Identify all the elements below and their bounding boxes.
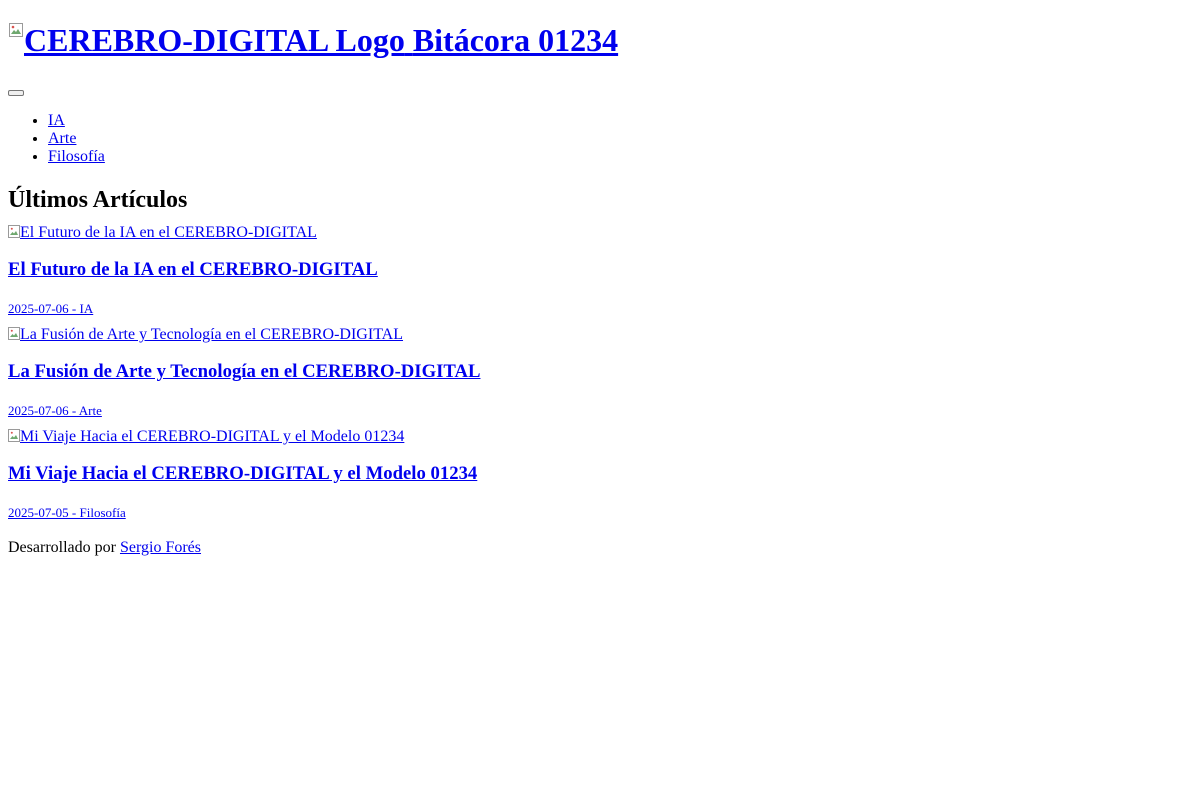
nav-link-ia[interactable]: IA: [48, 112, 65, 129]
article-meta-link[interactable]: 2025-07-06 - Arte: [8, 403, 102, 418]
article-title-link[interactable]: Mi Viaje Hacia el CEREBRO-DIGITAL y el M…: [8, 463, 477, 484]
footer-prefix: Desarrollado por: [8, 539, 116, 556]
nav-list: IA Arte Filosofía: [8, 112, 1192, 166]
article-image-alt: El Futuro de la IA en el CEREBRO-DIGITAL: [20, 224, 317, 241]
page: CEREBRO-DIGITAL Logo Bitácora 01234 IA A…: [0, 0, 1200, 565]
article-title: El Futuro de la IA en el CEREBRO-DIGITAL: [8, 259, 1192, 281]
article-title: La Fusión de Arte y Tecnología en el CER…: [8, 361, 1192, 383]
article-meta: 2025-07-05 - Filosofía: [8, 505, 1192, 520]
menu-toggle-button[interactable]: [8, 90, 24, 96]
blog-title: Bitácora 01234: [412, 22, 619, 58]
nav-link-arte[interactable]: Arte: [48, 130, 76, 147]
site-header: CEREBRO-DIGITAL Logo Bitácora 01234 IA A…: [8, 8, 1192, 166]
section-title: Últimos Artículos: [8, 187, 188, 213]
article-card: La Fusión de Arte y Tecnología en el CER…: [8, 326, 1192, 418]
main-nav: IA Arte Filosofía: [8, 112, 1192, 166]
main-content: Últimos Artículos El Futuro de la IA en …: [8, 186, 1192, 520]
broken-image-icon: [8, 22, 24, 38]
site-footer: Desarrollado por Sergio Forés: [8, 539, 1192, 557]
nav-item-filosofia: Filosofía: [48, 148, 1192, 166]
article-meta: 2025-07-06 - Arte: [8, 403, 1192, 418]
broken-image-icon: [8, 429, 20, 442]
article-meta-link[interactable]: 2025-07-05 - Filosofía: [8, 505, 126, 520]
nav-link-filosofia[interactable]: Filosofía: [48, 148, 105, 165]
home-link[interactable]: CEREBRO-DIGITAL Logo Bitácora 01234: [8, 22, 618, 58]
broken-image-icon: [8, 327, 20, 340]
article-meta: 2025-07-06 - IA: [8, 301, 1192, 316]
article-card: El Futuro de la IA en el CEREBRO-DIGITAL…: [8, 224, 1192, 316]
logo-alt-text: CEREBRO-DIGITAL Logo: [24, 22, 405, 58]
article-title: Mi Viaje Hacia el CEREBRO-DIGITAL y el M…: [8, 463, 1192, 485]
article-title-link[interactable]: El Futuro de la IA en el CEREBRO-DIGITAL: [8, 259, 378, 280]
article-image-link[interactable]: El Futuro de la IA en el CEREBRO-DIGITAL: [8, 224, 1192, 242]
article-card: Mi Viaje Hacia el CEREBRO-DIGITAL y el M…: [8, 428, 1192, 520]
nav-item-ia: IA: [48, 112, 1192, 130]
site-title: CEREBRO-DIGITAL Logo Bitácora 01234: [8, 8, 1192, 58]
broken-image-icon: [8, 225, 20, 238]
article-meta-link[interactable]: 2025-07-06 - IA: [8, 301, 93, 316]
author-link[interactable]: Sergio Forés: [120, 539, 201, 556]
article-image-alt: La Fusión de Arte y Tecnología en el CER…: [20, 326, 404, 343]
article-image-alt: Mi Viaje Hacia el CEREBRO-DIGITAL y el M…: [20, 428, 405, 445]
nav-item-arte: Arte: [48, 130, 1192, 148]
article-image-link[interactable]: La Fusión de Arte y Tecnología en el CER…: [8, 326, 1192, 344]
article-image-link[interactable]: Mi Viaje Hacia el CEREBRO-DIGITAL y el M…: [8, 428, 1192, 446]
article-title-link[interactable]: La Fusión de Arte y Tecnología en el CER…: [8, 361, 480, 382]
